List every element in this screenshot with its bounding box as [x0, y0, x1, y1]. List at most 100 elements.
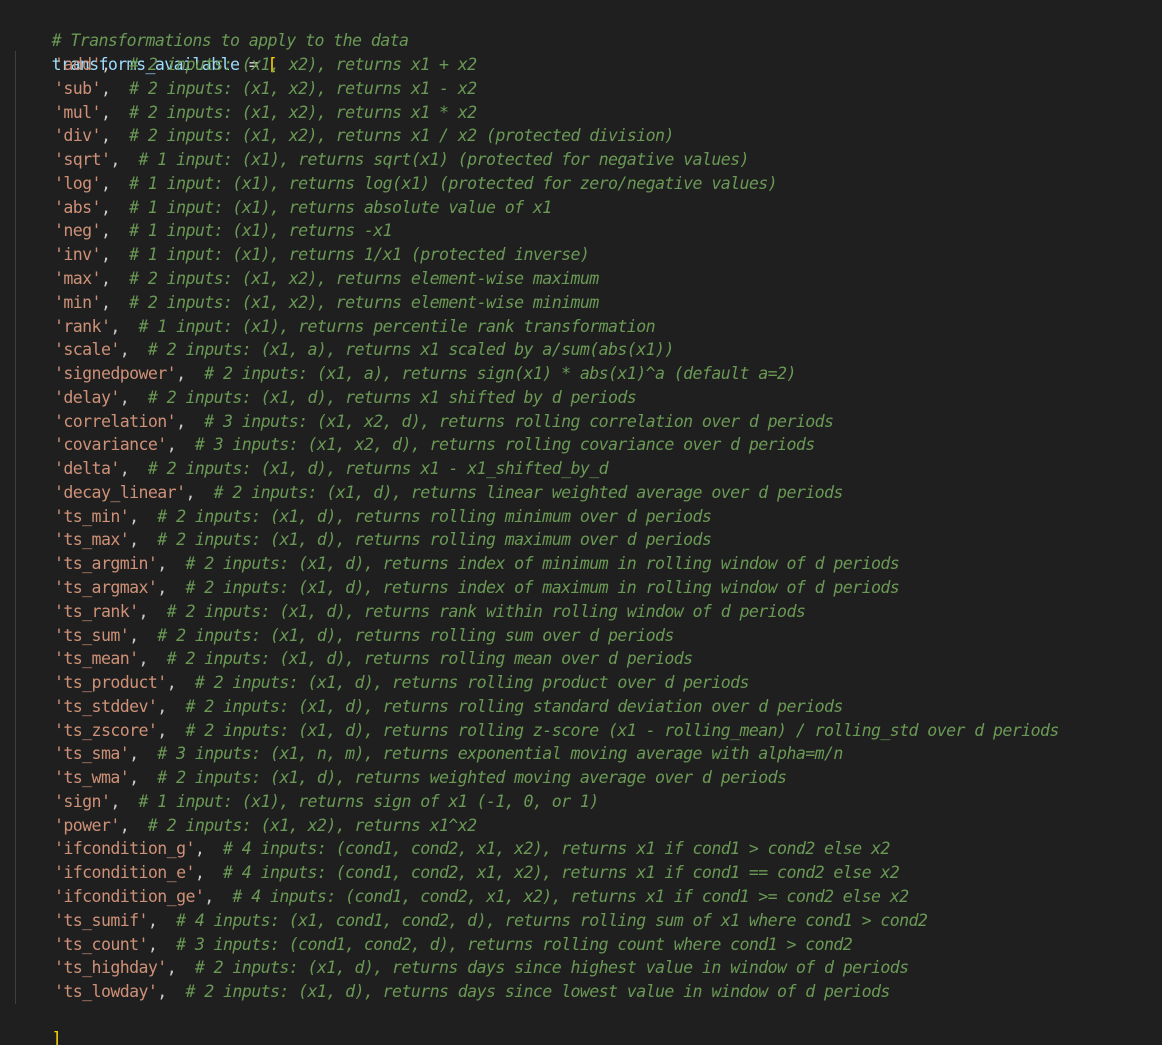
transform-comment: # 3 inputs: (x1, x2, d), returns rolling… — [194, 435, 815, 455]
comma-separator: , — [100, 268, 130, 288]
comma-separator: , — [176, 411, 205, 431]
transform-comment: # 4 inputs: (cond1, cond2, x1, x2), retu… — [223, 863, 900, 883]
transform-comment: # 2 inputs: (x1, d), returns x1 - x1_shi… — [147, 459, 609, 479]
transform-name: 'scale' — [54, 340, 120, 360]
list-item: 'neg', # 1 input: (x1), returns -x1 — [54, 219, 393, 243]
list-item: 'sqrt', # 1 input: (x1), returns sqrt(x1… — [54, 148, 749, 172]
comma-separator: , — [119, 815, 148, 835]
comma-separator: , — [129, 744, 158, 764]
transform-comment: # 2 inputs: (x1, d), returns days since … — [185, 982, 890, 1001]
indent-guide — [15, 51, 16, 1004]
comma-separator: , — [100, 221, 130, 241]
transform-name: 'ifcondition_e' — [54, 863, 195, 883]
list-item: 'signedpower', # 2 inputs: (x1, a), retu… — [54, 362, 796, 386]
comma-separator: , — [166, 958, 195, 978]
list-item: 'sign', # 1 input: (x1), returns sign of… — [54, 790, 599, 814]
transform-comment: # 2 inputs: (x1, d), returns rolling pro… — [194, 673, 750, 692]
transform-name: 'inv' — [54, 245, 102, 265]
transform-name: 'covariance' — [54, 435, 167, 455]
transform-name: 'correlation' — [54, 411, 177, 431]
list-item: 'decay_linear', # 2 inputs: (x1, d), ret… — [54, 481, 843, 505]
transform-comment: # 1 input: (x1), returns sign of x1 (-1,… — [138, 791, 600, 811]
list-item: 'ifcondition_ge', # 4 inputs: (cond1, co… — [54, 885, 909, 909]
comma-separator: , — [176, 364, 205, 383]
list-item: 'ts_mean', # 2 inputs: (x1, d), returns … — [54, 647, 693, 671]
comma-separator: , — [147, 934, 177, 954]
transform-name: 'div' — [54, 126, 102, 146]
transform-comment: # 1 input: (x1), returns absolute value … — [129, 197, 552, 217]
transform-name: 'rank' — [54, 316, 111, 336]
transform-name: 'ifcondition_g' — [54, 839, 195, 859]
transform-name: 'ts_product' — [54, 673, 167, 692]
list-item: 'mul', # 2 inputs: (x1, x2), returns x1 … — [54, 101, 477, 125]
comma-separator: , — [166, 435, 195, 455]
transform-name: 'ts_min' — [54, 506, 130, 526]
list-item: 'ts_product', # 2 inputs: (x1, d), retur… — [54, 671, 749, 695]
list-item: 'ts_lowday', # 2 inputs: (x1, d), return… — [54, 980, 890, 1004]
comma-separator: , — [129, 625, 158, 645]
list-item: 'scale', # 2 inputs: (x1, a), returns x1… — [54, 338, 674, 362]
transform-name: 'ts_argmax' — [54, 577, 158, 597]
transform-comment: # 2 inputs: (x1, a), returns sign(x1) * … — [204, 364, 796, 383]
transform-comment: # 2 inputs: (x1, d), returns index of ma… — [185, 577, 900, 597]
comma-separator: , — [129, 506, 158, 526]
list-item: 'ts_min', # 2 inputs: (x1, d), returns r… — [54, 505, 712, 529]
transform-comment: # 2 inputs: (x1, x2), returns x1 - x2 — [129, 78, 477, 98]
transform-name: 'abs' — [54, 197, 102, 217]
transform-name: 'ts_highday' — [54, 958, 167, 978]
transform-comment: # 2 inputs: (x1, d), returns rolling sta… — [185, 696, 843, 716]
transform-name: 'min' — [54, 292, 102, 312]
transform-comment: # 2 inputs: (x1, d), returns rolling z-s… — [185, 720, 1059, 740]
comma-separator: , — [204, 886, 233, 906]
list-item: 'inv', # 1 input: (x1), returns 1/x1 (pr… — [54, 243, 590, 267]
transform-comment: # 1 input: (x1), returns log(x1) (protec… — [129, 173, 778, 193]
comma-separator: , — [129, 768, 158, 788]
transform-comment: # 2 inputs: (x1, d), returns weighted mo… — [157, 768, 787, 788]
transform-comment: # 4 inputs: (cond1, cond2, x1, x2), retu… — [232, 886, 909, 906]
transform-name: 'ts_count' — [54, 934, 149, 954]
transform-name: 'delta' — [54, 459, 120, 479]
transform-name: 'neg' — [54, 221, 102, 241]
transform-comment: # 2 inputs: (x1, d), returns x1 shifted … — [147, 387, 637, 407]
comma-separator: , — [157, 554, 186, 574]
close-bracket: ] — [51, 1028, 62, 1045]
transform-comment: # 1 input: (x1), returns percentile rank… — [138, 316, 656, 336]
comma-separator: , — [100, 126, 130, 146]
comma-separator: , — [129, 530, 158, 550]
comma-separator: , — [166, 673, 195, 692]
comma-separator: , — [100, 55, 130, 74]
assignment-line: transforms_available = [ — [14, 29, 278, 74]
transform-comment: # 2 inputs: (x1, d), returns days since … — [194, 958, 909, 978]
comma-separator: , — [138, 649, 167, 669]
list-item: 'ts_sma', # 3 inputs: (x1, n, m), return… — [54, 742, 843, 766]
transform-comment: # 1 input: (x1), returns -x1 — [129, 221, 393, 241]
transform-name: 'ts_sum' — [54, 625, 130, 645]
comma-separator: , — [194, 863, 224, 883]
comma-separator: , — [157, 696, 186, 716]
list-item: 'delta', # 2 inputs: (x1, d), returns x1… — [54, 457, 609, 481]
transform-name: 'ts_zscore' — [54, 720, 158, 740]
comma-separator: , — [194, 839, 224, 859]
transform-comment: # 2 inputs: (x1, x2), returns x1 + x2 — [129, 55, 477, 74]
list-item: 'ts_max', # 2 inputs: (x1, d), returns r… — [54, 528, 712, 552]
code-editor[interactable]: # Transformations to apply to the data t… — [0, 0, 1162, 1045]
header-comment-line: # Transformations to apply to the data — [14, 5, 409, 50]
transform-name: 'ts_max' — [54, 530, 130, 550]
list-item: 'ts_highday', # 2 inputs: (x1, d), retur… — [54, 956, 909, 980]
comma-separator: , — [100, 292, 130, 312]
list-item: 'covariance', # 3 inputs: (x1, x2, d), r… — [54, 433, 815, 457]
transform-name: 'ts_sumif' — [54, 910, 149, 930]
transform-name: 'decay_linear' — [54, 482, 186, 502]
comma-separator: , — [100, 197, 130, 217]
comma-separator: , — [110, 791, 139, 811]
transform-comment: # 2 inputs: (x1, d), returns linear weig… — [213, 482, 844, 502]
list-item: 'rank', # 1 input: (x1), returns percent… — [54, 315, 656, 339]
transform-name: 'mul' — [54, 102, 102, 122]
transform-name: 'ts_mean' — [54, 649, 139, 669]
transform-comment: # 1 input: (x1), returns 1/x1 (protected… — [129, 245, 590, 265]
transform-name: 'delay' — [54, 387, 120, 407]
closing-line: ] — [14, 1003, 62, 1045]
list-item: 'ts_zscore', # 2 inputs: (x1, d), return… — [54, 719, 1059, 743]
comma-separator: , — [119, 459, 148, 479]
list-item: 'ts_argmax', # 2 inputs: (x1, d), return… — [54, 576, 900, 600]
